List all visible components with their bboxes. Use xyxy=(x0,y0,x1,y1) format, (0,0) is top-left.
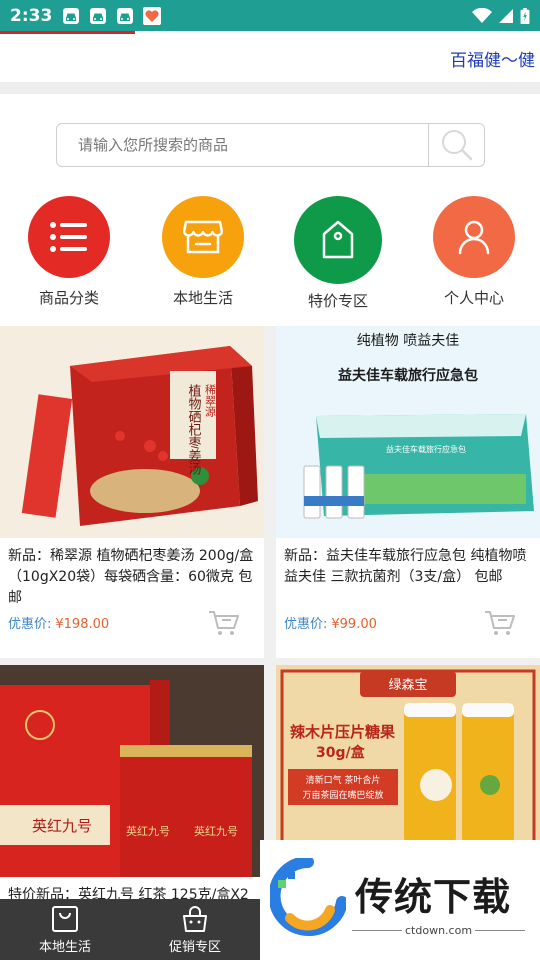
status-time: 2:33 xyxy=(10,5,53,26)
list-icon xyxy=(50,222,87,252)
car-app-icon xyxy=(62,7,80,25)
nav-label: 本地生活 xyxy=(172,289,233,307)
nav-circle xyxy=(294,196,382,284)
product-title: 新品：稀翠源 植物硒杞枣姜汤 200g/盒（10gX20袋）每袋硒含量：60微克… xyxy=(8,548,254,606)
product-image-text: 益夫佳车载旅行应急包 xyxy=(338,367,478,384)
nav-label: 特价专区 xyxy=(307,292,368,310)
nav-label: 商品分类 xyxy=(38,289,99,307)
nav-item-local-life[interactable]: 本地生活 xyxy=(148,196,258,308)
product-image-text: 益夫佳车载旅行应急包 xyxy=(386,444,466,454)
product-image-text: 英红九号 xyxy=(32,817,92,835)
wifi-icon xyxy=(472,7,492,23)
add-to-cart-button[interactable] xyxy=(208,609,240,637)
divider xyxy=(352,930,402,931)
product-image-text: 清新口气 茶叶含片 xyxy=(306,774,381,786)
nav-item-profile[interactable]: 个人中心 xyxy=(419,196,529,308)
nav-circle xyxy=(433,196,515,278)
product-image-text: 英红九号 xyxy=(126,824,170,838)
product-image-text: 植物硒杞枣姜汤 xyxy=(186,384,202,475)
product-image-text: 辣木片压片糖果 xyxy=(290,723,396,741)
watermark-overlay: 传统下载 ctdown.com xyxy=(260,840,540,960)
status-bar: 2:33 xyxy=(0,0,540,31)
tab-promotions[interactable]: 促销专区 xyxy=(130,899,260,960)
top-panel: 商品分类 本地生活 特价专区 个人中心 xyxy=(0,94,540,326)
cart-icon xyxy=(485,611,515,635)
price-amount: ¥198.00 xyxy=(55,617,110,632)
product-image-text: 30g/盒 xyxy=(316,744,366,761)
store-icon xyxy=(183,220,223,254)
divider xyxy=(0,82,540,94)
signal-icon xyxy=(499,8,513,23)
watermark-brand: 传统下载 xyxy=(355,875,512,919)
divider xyxy=(475,930,525,931)
health-app-icon xyxy=(143,6,162,25)
product-image: 纯植物 喷益夫佳 益夫佳车载旅行应急包 益夫佳车载旅行应急包 xyxy=(276,326,540,538)
product-title: 新品：益夫佳车载旅行应急包 纯植物喷益夫佳 三款抗菌剂（3支/盒） 包邮 xyxy=(284,548,527,585)
nav-item-specials[interactable]: 特价专区 xyxy=(283,196,393,311)
price-label: 优惠价: xyxy=(8,617,52,632)
product-price: 优惠价: ¥198.00 xyxy=(8,613,109,632)
battery-icon xyxy=(520,7,530,24)
product-image-text: 绿森宝 xyxy=(388,678,427,693)
nav-circle xyxy=(162,196,244,278)
tab-label: 促销专区 xyxy=(168,939,221,955)
product-image: 英红九号 英红九号 英红九号 xyxy=(0,665,264,877)
search-icon xyxy=(441,130,472,161)
nav-item-categories[interactable]: 商品分类 xyxy=(14,196,124,308)
car-app-icon xyxy=(89,7,107,25)
search-button[interactable] xyxy=(428,124,484,166)
tab-local-life[interactable]: 本地生活 xyxy=(0,899,130,960)
watermark-logo-icon xyxy=(270,858,346,936)
marquee-text: 百福健～健 xyxy=(450,51,535,71)
cart-icon xyxy=(209,611,239,635)
car-app-icon xyxy=(116,7,134,25)
search-box xyxy=(56,123,485,167)
tab-label: 本地生活 xyxy=(38,939,91,955)
watermark-url: ctdown.com xyxy=(405,924,473,937)
user-icon xyxy=(458,220,490,255)
announcement-marquee: 百福健～健 xyxy=(0,34,540,82)
basket-icon xyxy=(183,905,207,932)
bag-icon xyxy=(52,905,78,932)
product-image-text: 英红九号 xyxy=(194,824,238,838)
product-image-text: 稀翠源 xyxy=(204,384,217,418)
product-card[interactable]: 纯植物 喷益夫佳 益夫佳车载旅行应急包 益夫佳车载旅行应急包 新品：益夫佳车载旅… xyxy=(276,326,540,658)
price-label: 优惠价: xyxy=(284,617,328,632)
product-card[interactable]: 植物硒杞枣姜汤 稀翠源 新品：稀翠源 植物硒杞枣姜汤 200g/盒（10gX20… xyxy=(0,326,264,658)
product-price: 优惠价: ¥99.00 xyxy=(284,613,377,632)
category-nav: 商品分类 本地生活 特价专区 个人中心 xyxy=(0,196,540,316)
product-image: 植物硒杞枣姜汤 稀翠源 xyxy=(0,326,264,538)
search-input[interactable] xyxy=(57,124,428,166)
price-amount: ¥99.00 xyxy=(331,617,377,632)
nav-label: 个人中心 xyxy=(443,289,504,307)
product-image-text: 纯植物 喷益夫佳 xyxy=(357,333,459,349)
bottom-tab-bar: 本地生活 促销专区 xyxy=(0,899,260,960)
add-to-cart-button[interactable] xyxy=(484,609,516,637)
product-image-text: 万亩茶园在嘴巴绽放 xyxy=(302,789,383,801)
price-tag-icon xyxy=(322,220,354,259)
nav-circle xyxy=(28,196,110,278)
